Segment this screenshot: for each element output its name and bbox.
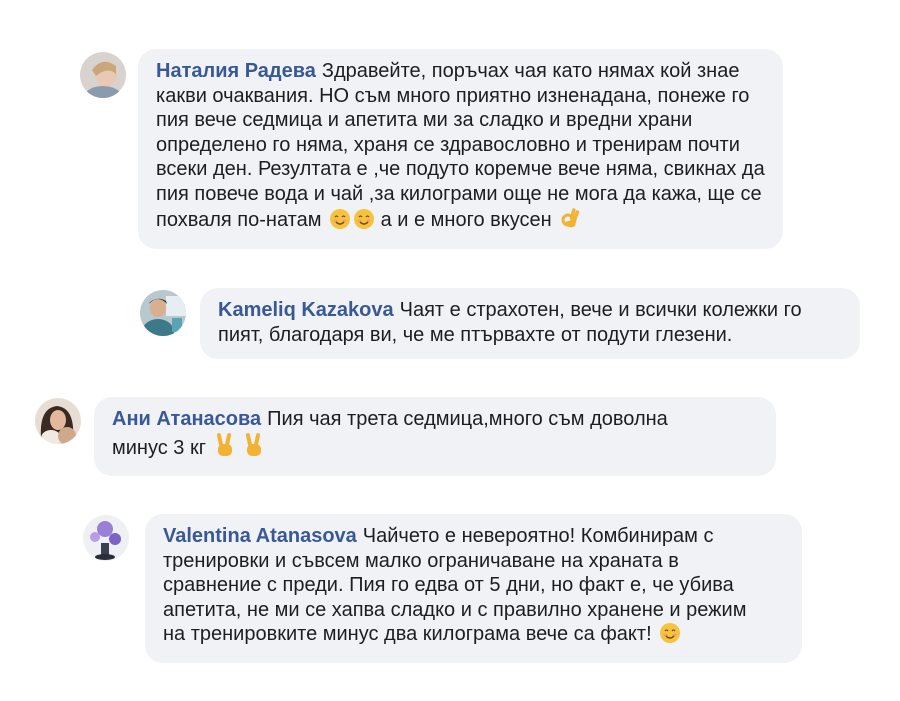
- avatar[interactable]: [35, 398, 81, 444]
- victory-hand-icon: [214, 432, 236, 465]
- comment-text-tail: а и е много вкусен: [375, 209, 552, 231]
- victory-hand-icon: [243, 432, 265, 465]
- comment-text: Здравейте, поръчах чая като нямах кой зн…: [156, 60, 765, 231]
- smiling-face-icon: [659, 622, 681, 651]
- comment-author[interactable]: Наталия Радева: [156, 60, 316, 82]
- comment-author[interactable]: Kameliq Kazakova: [218, 299, 394, 321]
- smiling-face-icon: [353, 208, 375, 237]
- smiling-face-icon: [329, 208, 351, 237]
- avatar[interactable]: [140, 290, 186, 336]
- avatar[interactable]: [83, 515, 129, 561]
- comment-bubble: Ани Атанасова Пия чая трета седмица,много…: [94, 397, 776, 476]
- comment-bubble: Valentina Atanasova Чайчето е невероятно!…: [145, 514, 802, 663]
- comment-author[interactable]: Valentina Atanasova: [163, 525, 357, 547]
- avatar[interactable]: [80, 52, 126, 98]
- ok-hand-icon: [559, 206, 581, 237]
- comment-author[interactable]: Ани Атанасова: [112, 408, 261, 430]
- comment-bubble: Kameliq Kazakova Чаят е страхотен, вече и…: [200, 288, 860, 359]
- comment-bubble: Наталия Радева Здравейте, поръчах чая кат…: [138, 49, 783, 249]
